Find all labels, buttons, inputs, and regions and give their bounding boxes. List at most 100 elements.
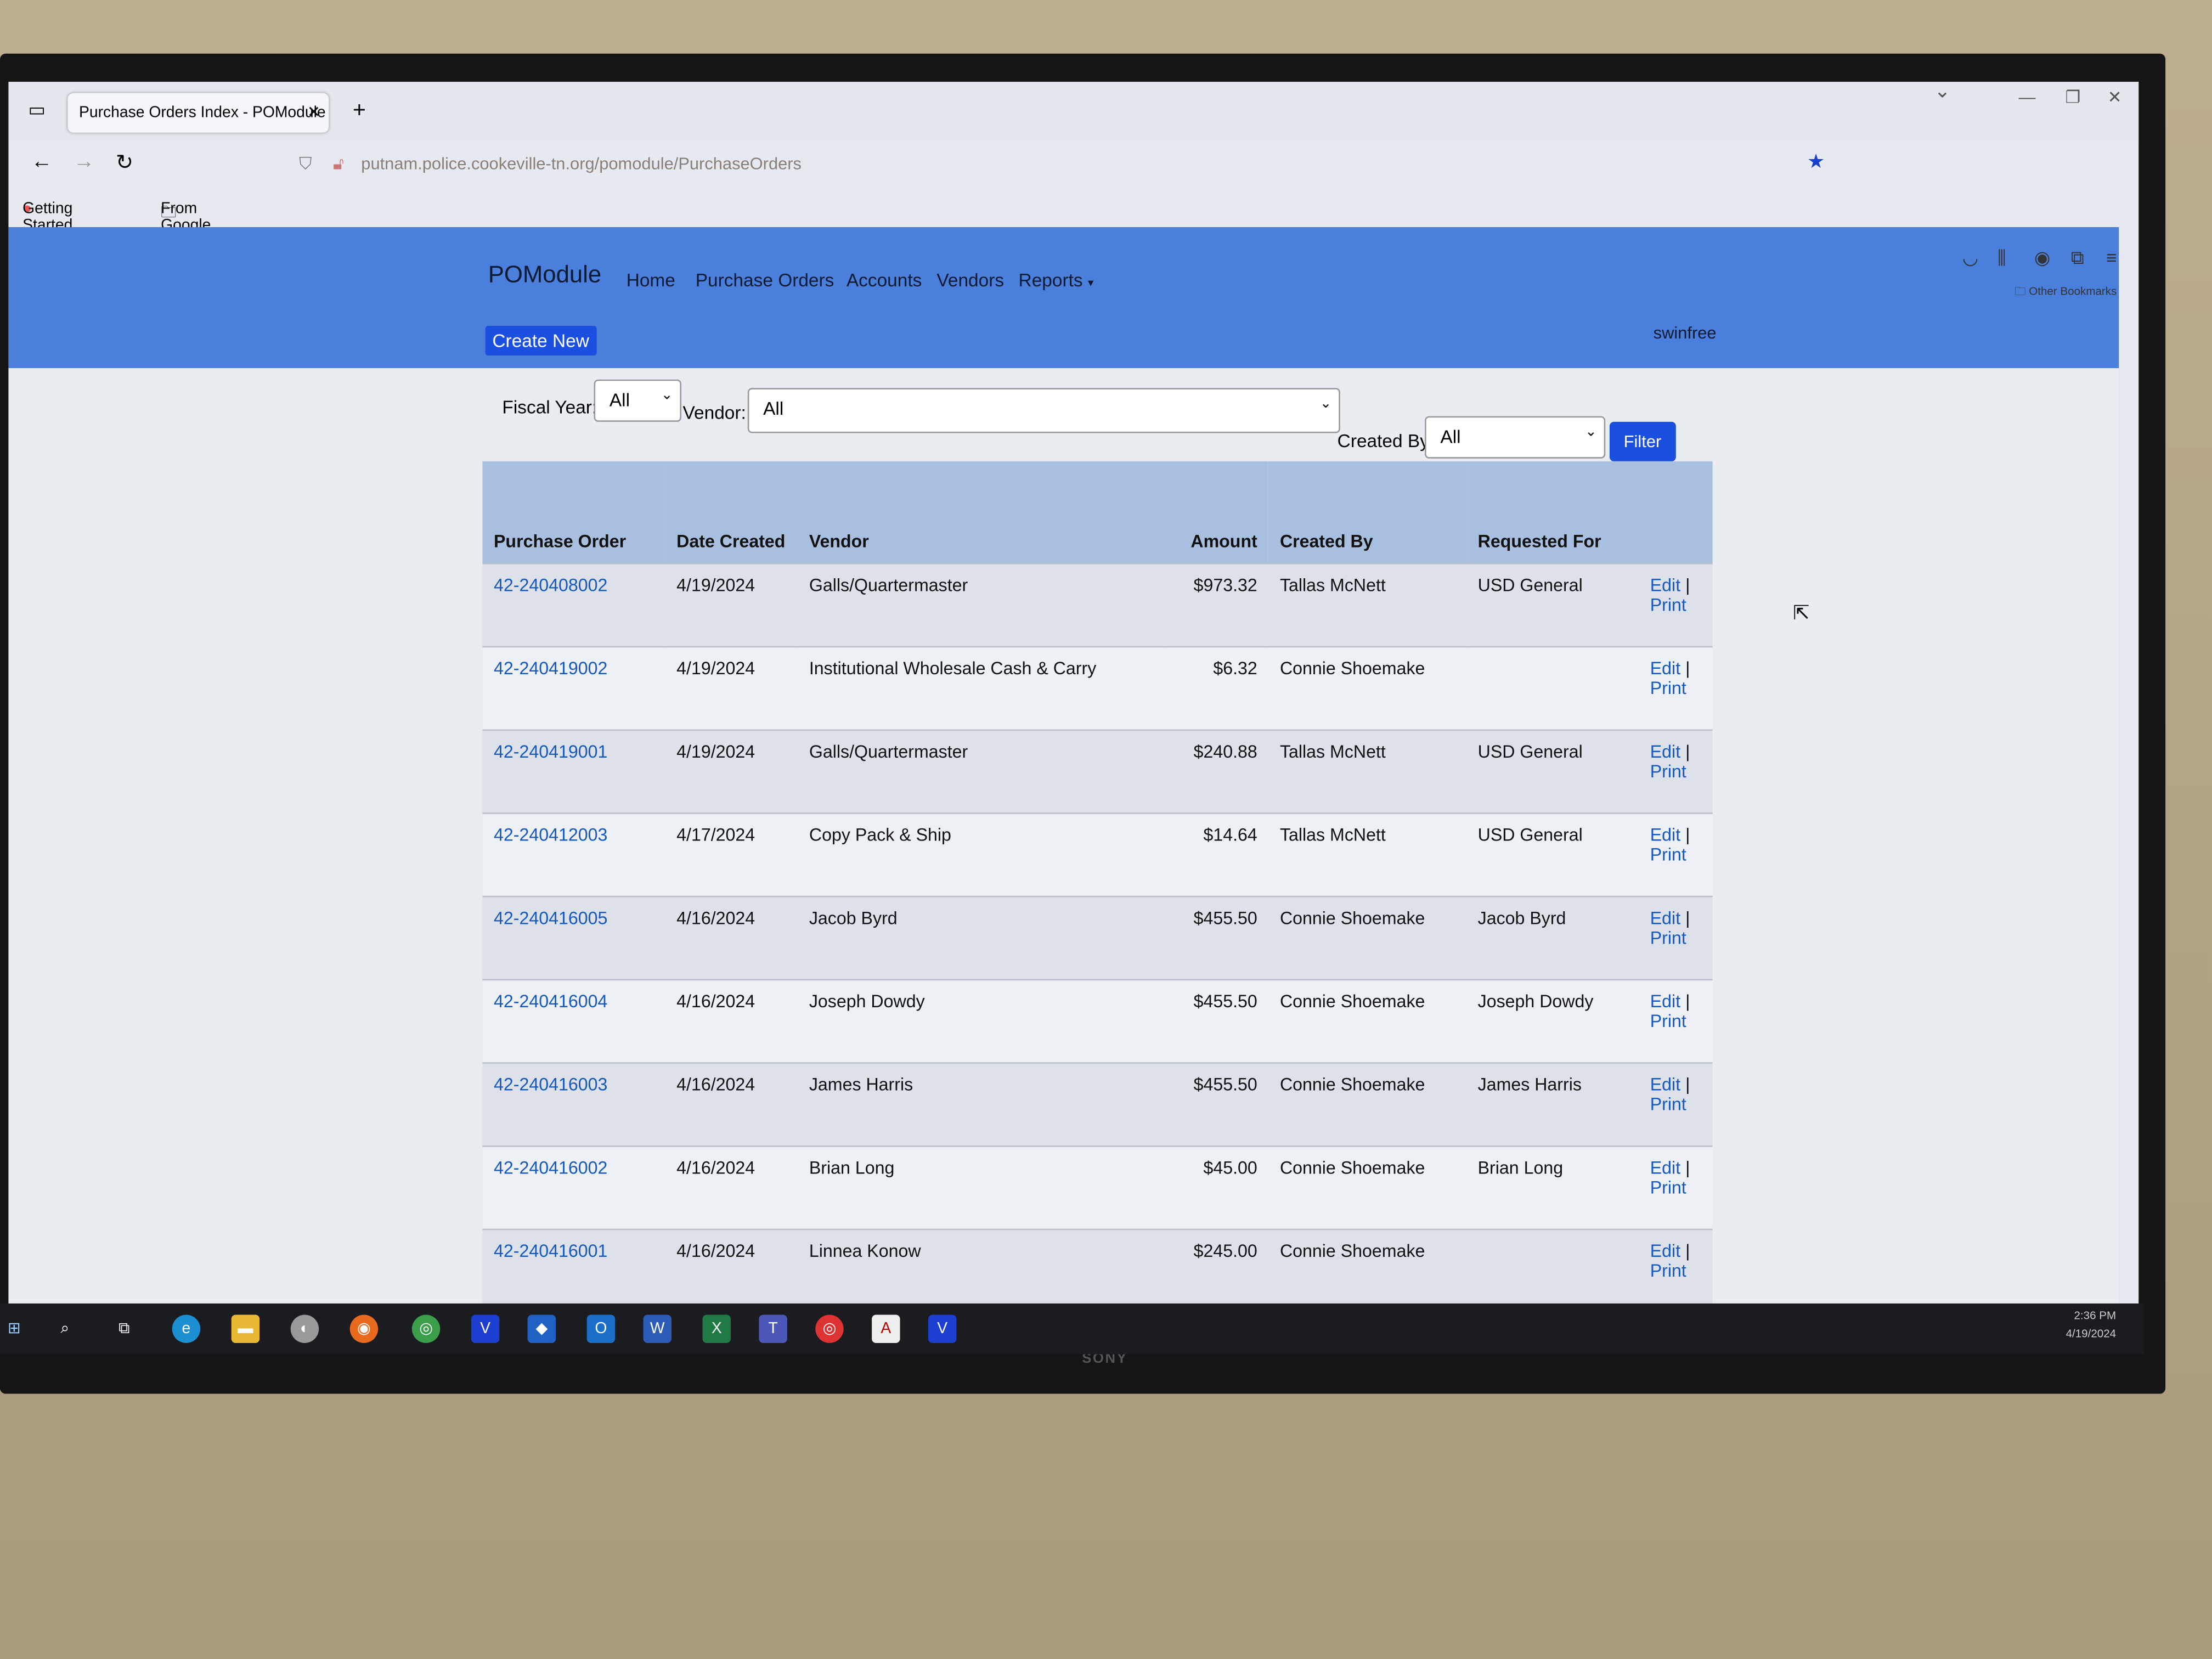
edit-link[interactable]: Edit <box>1650 1242 1680 1261</box>
app-icon[interactable]: ◐ <box>290 1314 319 1343</box>
print-link[interactable]: Print <box>1650 679 1686 698</box>
vendor-label: Vendor: <box>682 402 746 424</box>
created-by-cell: Connie Shoemake <box>1268 1145 1467 1229</box>
mouse-cursor-icon: ⇱ <box>1793 601 1810 624</box>
close-tab-icon[interactable]: ✕ <box>307 93 320 133</box>
restore-icon[interactable]: ❐ <box>2066 87 2081 107</box>
nav-accounts[interactable]: Accounts <box>847 269 922 291</box>
list-tabs-icon[interactable]: ⌄ <box>1934 82 1950 103</box>
created-by-select[interactable]: All ⌄ <box>1425 416 1606 459</box>
bookmark-star-icon[interactable]: ★ <box>1807 150 1825 174</box>
nav-purchase-orders[interactable]: Purchase Orders <box>696 269 834 291</box>
edit-link[interactable]: Edit <box>1650 992 1680 1012</box>
new-tab-icon[interactable]: + <box>353 99 366 124</box>
print-link[interactable]: Print <box>1650 595 1686 615</box>
po-link[interactable]: 42-240416001 <box>494 1242 607 1261</box>
teams-icon[interactable]: T <box>759 1314 787 1343</box>
chrome-icon[interactable]: ◎ <box>411 1314 441 1343</box>
table-row: 42-240408002 4/19/2024 Galls/Quartermast… <box>482 562 1713 647</box>
tab-bar: ▭ Purchase Orders Index - POModule ✕ + ⌄… <box>8 82 2139 144</box>
amount-cell: $6.32 <box>1163 646 1269 730</box>
vendor-cell: Joseph Dowdy <box>798 979 1164 1063</box>
minimize-icon[interactable]: — <box>2019 87 2036 107</box>
header-purchase-order[interactable]: Purchase Order <box>482 461 665 564</box>
edit-link[interactable]: Edit <box>1650 659 1680 679</box>
v-app-icon[interactable]: V <box>471 1314 500 1343</box>
word-icon[interactable]: W <box>643 1314 672 1343</box>
po-link[interactable]: 42-240419001 <box>494 742 607 762</box>
outlook-icon[interactable]: O <box>586 1314 616 1343</box>
other-bookmarks[interactable]: 🗀︎ Other Bookmarks <box>2015 284 2117 303</box>
nav-bar: ← → ↻ ⛉ 🔓︎ putnam.police.cookeville-tn.o… <box>8 144 2138 186</box>
task-view-icon[interactable]: ⧉ <box>110 1315 138 1343</box>
app-brand[interactable]: POModule <box>488 261 602 289</box>
edit-link[interactable]: Edit <box>1650 1075 1680 1094</box>
print-link[interactable]: Print <box>1650 1178 1686 1198</box>
filter-button[interactable]: Filter <box>1609 421 1675 461</box>
start-icon[interactable]: ⊞ <box>0 1315 28 1343</box>
pocket-icon[interactable]: ◡ <box>1962 247 1978 269</box>
header-vendor[interactable]: Vendor <box>798 461 1164 564</box>
print-link[interactable]: Print <box>1650 762 1686 782</box>
search-icon[interactable]: ⌕ <box>51 1315 79 1343</box>
print-link[interactable]: Print <box>1650 1094 1686 1114</box>
nav-home[interactable]: Home <box>627 269 675 291</box>
edit-link[interactable]: Edit <box>1650 909 1680 928</box>
edit-link[interactable]: Edit <box>1650 825 1680 845</box>
fiscal-year-select[interactable]: All ⌄ <box>594 379 681 422</box>
header-created-by[interactable]: Created By <box>1268 461 1467 564</box>
header-requested-for[interactable]: Requested For <box>1466 461 1639 564</box>
library-icon[interactable]: ⫼ <box>1997 247 2006 269</box>
chrome-profile-icon[interactable]: ◎ <box>815 1314 844 1343</box>
bookmarks-bar: ● Getting Started 🗀︎ From Google Chrome <box>22 200 216 251</box>
menu-icon[interactable]: ≡ <box>2106 247 2117 268</box>
requested-for-cell: USD General <box>1466 729 1639 814</box>
chevron-down-icon: ⌄ <box>1585 424 1597 441</box>
po-link[interactable]: 42-240419002 <box>494 659 607 679</box>
print-link[interactable]: Print <box>1650 928 1686 948</box>
vendor-select[interactable]: All ⌄ <box>747 388 1340 433</box>
firefox-taskbar-icon[interactable]: ◉ <box>349 1314 379 1343</box>
shield-icon[interactable]: ⛉ <box>299 154 312 175</box>
header-date-created[interactable]: Date Created <box>665 461 798 564</box>
app-icon-2[interactable]: ◆ <box>527 1314 556 1343</box>
header-actions <box>1639 461 1713 564</box>
po-link[interactable]: 42-240408002 <box>494 575 607 595</box>
print-link[interactable]: Print <box>1650 1261 1686 1281</box>
print-link[interactable]: Print <box>1650 1012 1686 1031</box>
forward-icon[interactable]: → <box>74 150 95 174</box>
edit-link[interactable]: Edit <box>1650 742 1680 762</box>
close-window-icon[interactable]: ✕ <box>2108 87 2122 107</box>
nav-reports[interactable]: Reports ▾ <box>1019 269 1094 291</box>
insecure-lock-icon[interactable]: 🔓︎ <box>333 154 344 175</box>
back-icon[interactable]: ← <box>31 150 53 174</box>
browser-tab[interactable]: Purchase Orders Index - POModule ✕ <box>67 93 329 133</box>
po-link[interactable]: 42-240416004 <box>494 992 607 1012</box>
acrobat-icon[interactable]: A <box>872 1314 900 1343</box>
vendor-cell: Institutional Wholesale Cash & Carry <box>798 646 1164 730</box>
nav-vendors[interactable]: Vendors <box>936 269 1004 291</box>
edit-link[interactable]: Edit <box>1650 575 1680 595</box>
po-link[interactable]: 42-240416002 <box>494 1158 607 1178</box>
po-link[interactable]: 42-240416005 <box>494 909 607 928</box>
app-navbar: POModule Home Purchase Orders Accounts V… <box>8 227 2119 369</box>
edit-link[interactable]: Edit <box>1650 1158 1680 1178</box>
po-link[interactable]: 42-240412003 <box>494 825 607 845</box>
file-explorer-icon[interactable]: ▬ <box>231 1314 260 1343</box>
create-new-button[interactable]: Create New <box>485 325 596 356</box>
reload-icon[interactable]: ↻ <box>116 150 133 175</box>
clock[interactable]: 2:36 PM 4/19/2024 <box>2066 1306 2117 1343</box>
excel-icon[interactable]: X <box>702 1314 731 1343</box>
print-link[interactable]: Print <box>1650 845 1686 865</box>
extensions-icon[interactable]: ⧉ <box>2071 247 2084 269</box>
account-icon[interactable]: ◉ <box>2034 247 2050 269</box>
amount-cell: $45.00 <box>1163 1145 1269 1229</box>
url-bar[interactable]: putnam.police.cookeville-tn.org/pomodule… <box>361 154 802 173</box>
v-app-icon-2[interactable]: V <box>928 1314 957 1343</box>
tab-overview-icon[interactable]: ▭ <box>28 99 46 121</box>
created-by-cell: Connie Shoemake <box>1268 979 1467 1063</box>
edge-icon[interactable]: e <box>172 1314 201 1343</box>
user-name[interactable]: swinfree <box>1654 323 1717 343</box>
header-amount[interactable]: Amount <box>1163 461 1269 564</box>
po-link[interactable]: 42-240416003 <box>494 1075 607 1094</box>
